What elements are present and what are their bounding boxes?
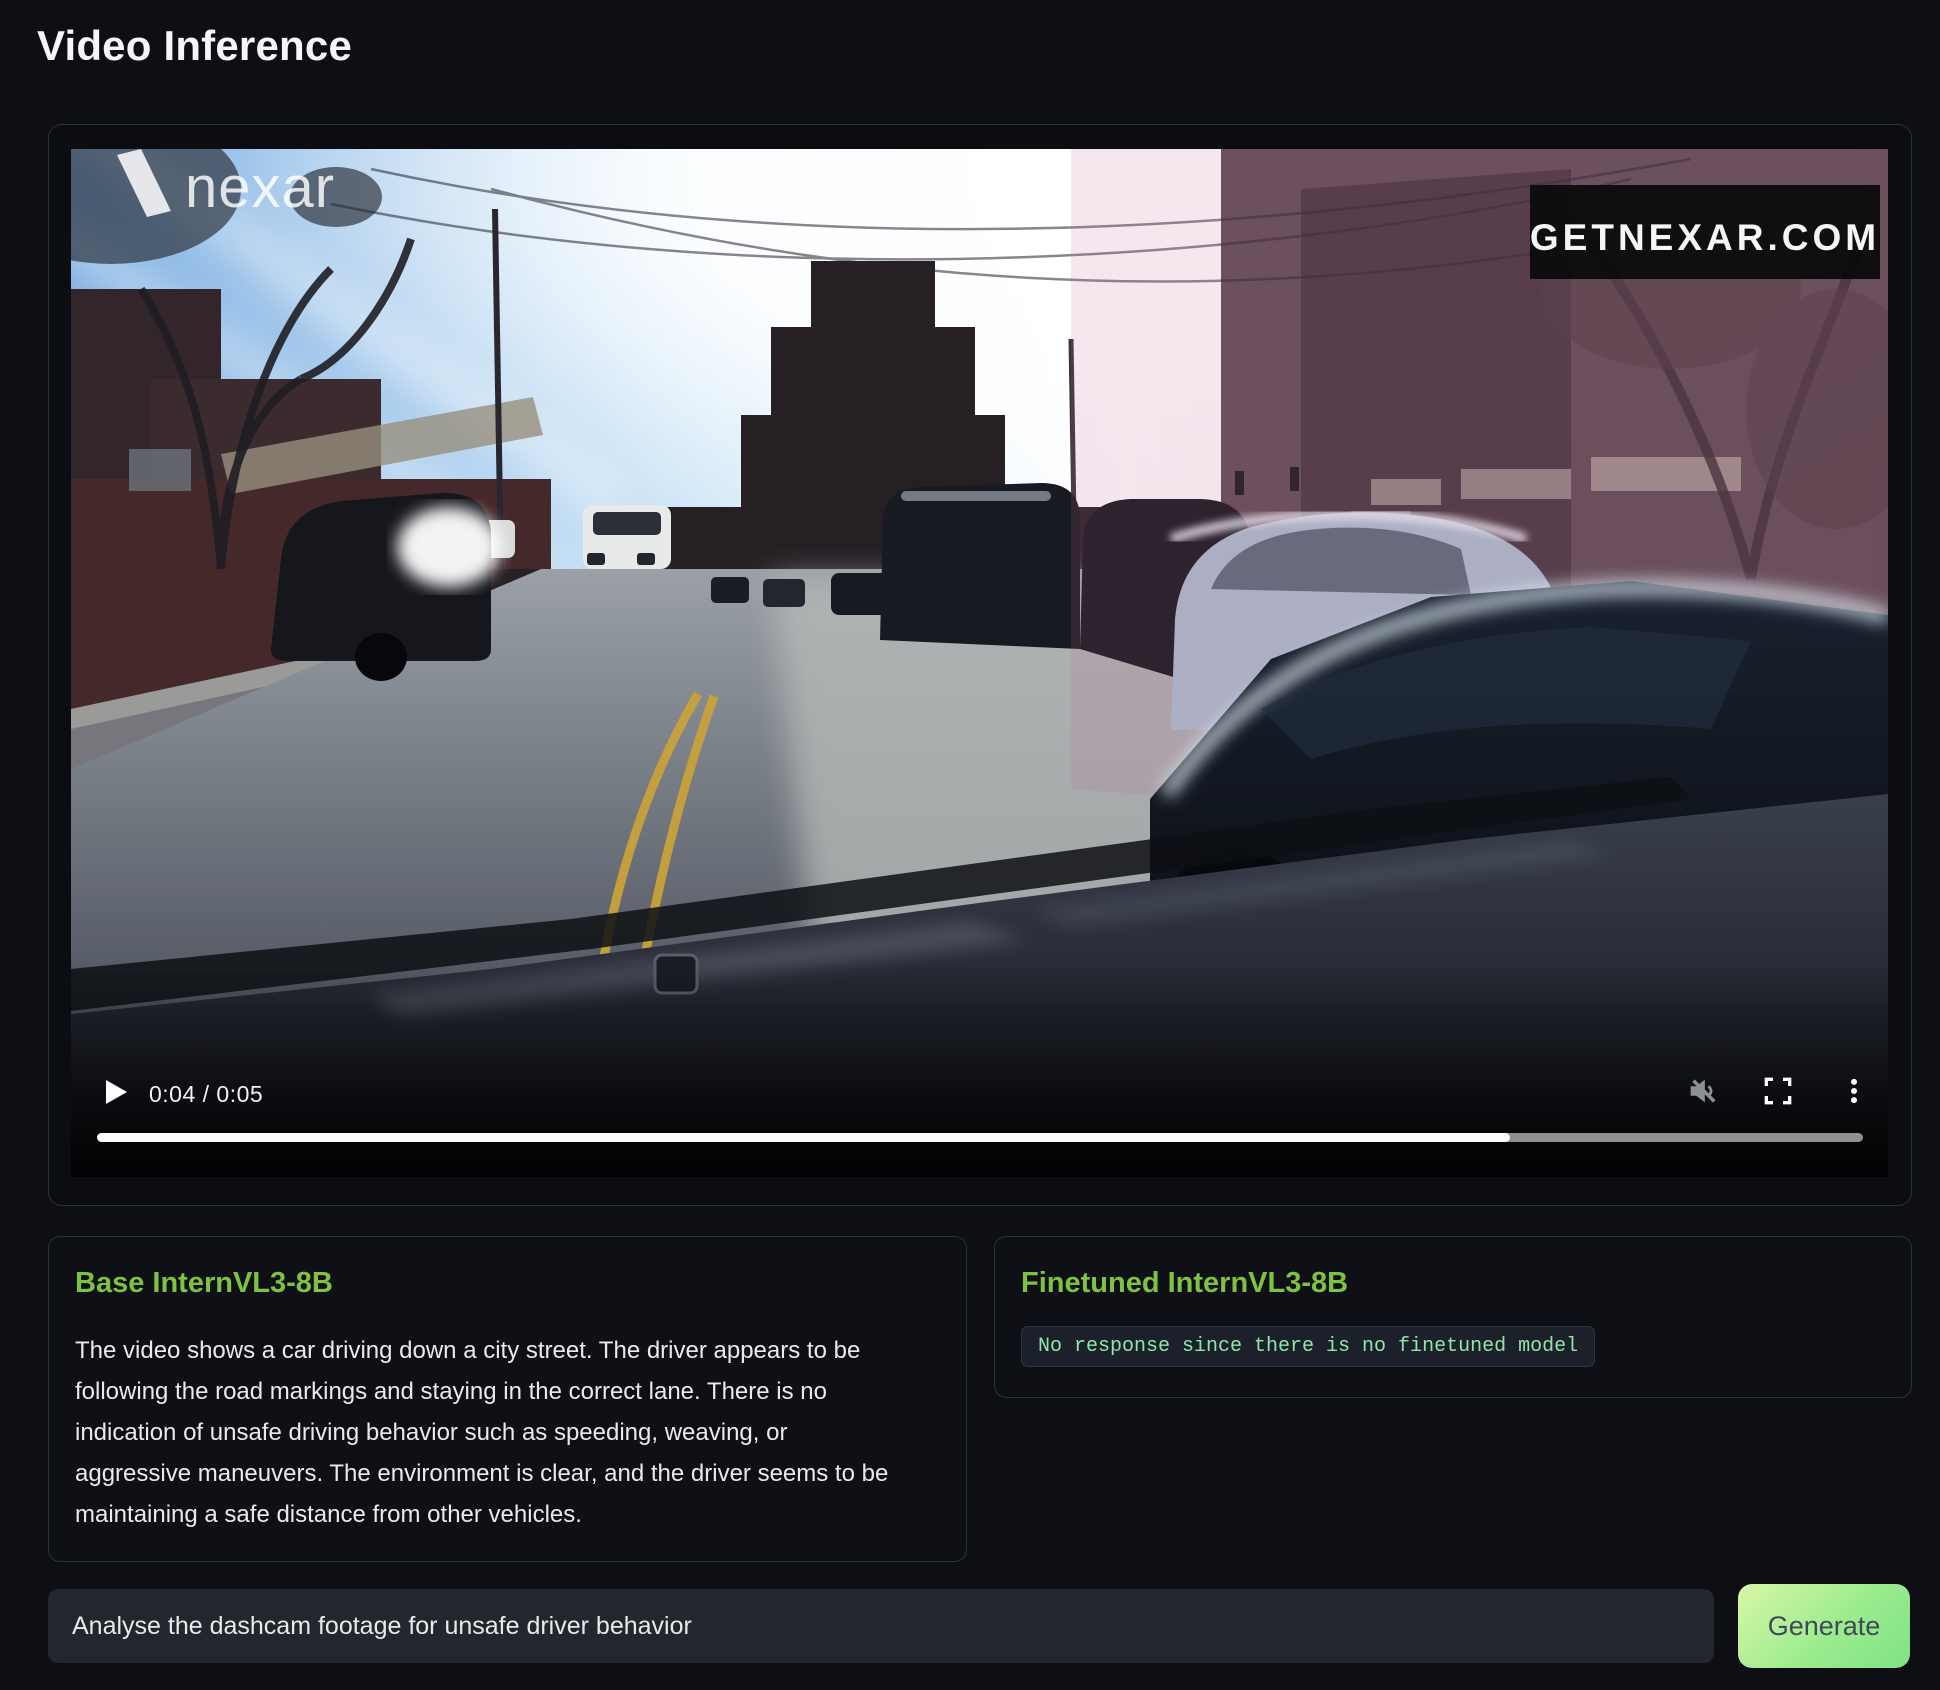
dashcam-video-frame: nexar GETNEXAR.COM [71,149,1888,1177]
base-model-panel: Base InternVL3-8B The video shows a car … [48,1236,967,1562]
kebab-menu-icon [1839,1076,1869,1106]
muted-volume-icon [1685,1074,1719,1108]
prompt-input[interactable] [48,1589,1714,1663]
page-title: Video Inference [37,22,352,70]
svg-text:nexar: nexar [185,155,335,220]
fullscreen-icon [1763,1076,1793,1106]
base-model-title: Base InternVL3-8B [75,1267,940,1300]
progress-bar[interactable] [97,1133,1863,1142]
video-container: nexar GETNEXAR.COM 0:04 / 0:05 [48,124,1912,1206]
time-display: 0:04 / 0:05 [149,1081,263,1108]
video-player[interactable]: nexar GETNEXAR.COM 0:04 / 0:05 [71,149,1888,1177]
progress-fill [97,1133,1510,1142]
generate-button[interactable]: Generate [1738,1584,1910,1668]
finetuned-model-response-code: No response since there is no finetuned … [1021,1326,1595,1367]
finetuned-model-panel: Finetuned InternVL3-8B No response since… [994,1236,1912,1398]
base-model-response: The video shows a car driving down a cit… [75,1330,890,1535]
play-icon [106,1080,127,1104]
getnexar-watermark: GETNEXAR.COM [1530,185,1880,279]
finetuned-model-title: Finetuned InternVL3-8B [1021,1267,1885,1300]
svg-text:GETNEXAR.COM: GETNEXAR.COM [1530,217,1880,258]
video-controls-right [1684,1073,1872,1109]
fullscreen-button[interactable] [1760,1073,1796,1109]
more-options-button[interactable] [1836,1073,1872,1109]
play-button[interactable] [101,1078,129,1106]
mute-button[interactable] [1684,1073,1720,1109]
